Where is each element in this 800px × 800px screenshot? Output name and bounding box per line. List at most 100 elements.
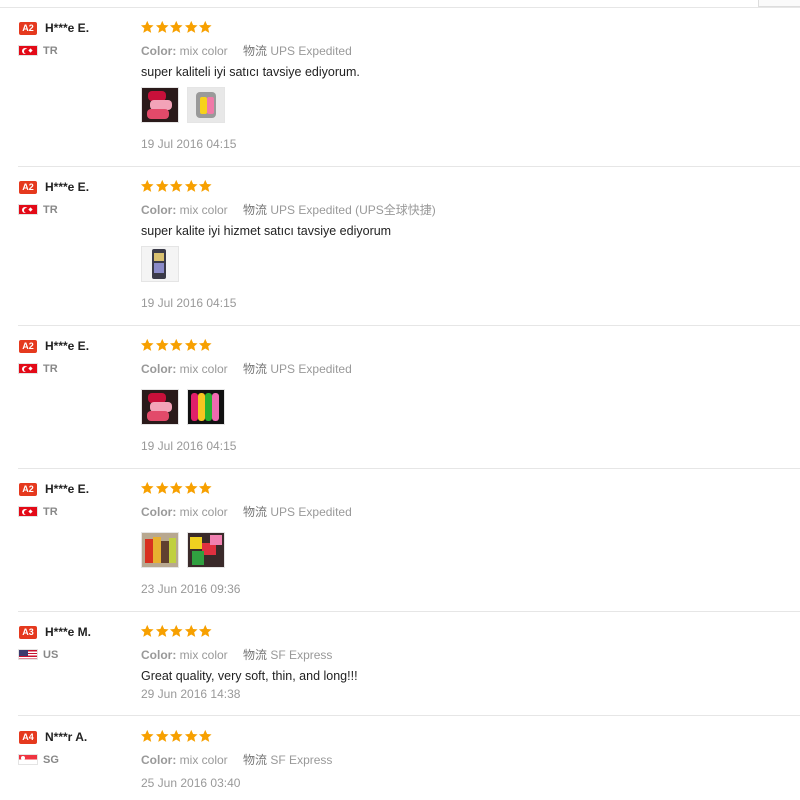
- star-icon: [140, 338, 154, 351]
- color-value: mix color: [179, 505, 228, 519]
- pagination-box: [758, 0, 800, 7]
- star-rating: [140, 338, 213, 352]
- star-icon: [140, 20, 154, 33]
- color-value: mix color: [179, 44, 228, 58]
- star-icon: [155, 729, 169, 742]
- scarves-photo-icon: [142, 88, 178, 122]
- shipping-value: UPS Expedited: [270, 362, 352, 376]
- star-icon: [169, 729, 183, 742]
- buyer-level-badge: A3: [19, 626, 37, 639]
- photo-list: [141, 246, 187, 282]
- shipping-label: 物流: [243, 753, 268, 767]
- star-icon: [198, 338, 212, 351]
- shipping-label: 物流: [243, 648, 268, 662]
- buyer-level-badge: A2: [19, 483, 37, 496]
- buyer-country: TR: [43, 506, 58, 518]
- star-rating: [140, 481, 213, 495]
- feedback-date: 25 Jun 2016 03:40: [141, 776, 241, 790]
- photo-thumbnail[interactable]: [187, 87, 225, 123]
- shipping-value: UPS Expedited (UPS全球快捷): [270, 203, 436, 217]
- scarf-package-photo-icon: [142, 247, 178, 281]
- feedback-item: A2 H***e E. TR Color: mix color 物流 UPS E…: [18, 338, 800, 469]
- photo-thumbnail[interactable]: [141, 87, 179, 123]
- feedback-item: A4 N***r A. SG Color: mix color 物流 SF Ex…: [18, 729, 800, 800]
- star-icon: [198, 624, 212, 637]
- feedback-item: A2 H***e E. TR Color: mix color 物流 UPS E…: [18, 179, 800, 326]
- star-icon: [140, 481, 154, 494]
- shipping-label: 物流: [243, 505, 268, 519]
- color-label: Color:: [141, 648, 177, 662]
- color-value: mix color: [179, 648, 228, 662]
- color-value: mix color: [179, 753, 228, 767]
- feedback-text: super kaliteli iyi satıcı tavsiye ediyor…: [141, 65, 360, 79]
- buyer-level-badge: A2: [19, 340, 37, 353]
- buyer-country: US: [43, 649, 59, 661]
- star-icon: [140, 729, 154, 742]
- order-info: Color: mix color 物流 SF Express: [141, 751, 332, 768]
- feedback-date: 19 Jul 2016 04:15: [141, 296, 237, 310]
- usa-flag-icon: [18, 649, 38, 660]
- order-info: Color: mix color 物流 UPS Expedited (UPS全球…: [141, 201, 436, 218]
- shipping-value: UPS Expedited: [270, 44, 352, 58]
- order-info: Color: mix color 物流 SF Express: [141, 646, 332, 663]
- top-divider: [0, 7, 800, 8]
- star-icon: [184, 729, 198, 742]
- star-icon: [169, 481, 183, 494]
- shipping-label: 物流: [243, 362, 268, 376]
- turkey-flag-icon: [18, 506, 38, 517]
- star-icon: [140, 624, 154, 637]
- star-icon: [198, 20, 212, 33]
- buyer-country: TR: [43, 45, 58, 57]
- star-icon: [169, 20, 183, 33]
- shipping-value: SF Express: [270, 648, 333, 662]
- scarves-photo-icon: [142, 390, 178, 424]
- star-icon: [155, 179, 169, 192]
- turkey-flag-icon: [18, 363, 38, 374]
- feedback-item: A2 H***e E. TR Color: mix color 物流 UPS E…: [18, 481, 800, 612]
- turkey-flag-icon: [18, 45, 38, 56]
- shipping-value: UPS Expedited: [270, 505, 352, 519]
- feedback-date: 19 Jul 2016 04:15: [141, 137, 237, 151]
- photo-thumbnail[interactable]: [187, 532, 225, 568]
- star-icon: [184, 20, 198, 33]
- photo-thumbnail[interactable]: [141, 246, 179, 282]
- scarves-photo-icon: [188, 390, 224, 424]
- star-icon: [169, 338, 183, 351]
- star-rating: [140, 729, 213, 743]
- scarves-photo-icon: [142, 533, 178, 567]
- star-rating: [140, 179, 213, 193]
- star-icon: [155, 338, 169, 351]
- star-icon: [198, 179, 212, 192]
- color-label: Color:: [141, 753, 177, 767]
- feedback-text: super kalite iyi hizmet satıcı tavsiye e…: [141, 224, 392, 238]
- photo-thumbnail[interactable]: [187, 389, 225, 425]
- buyer-name: H***e E.: [45, 482, 90, 496]
- scarves-photo-icon: [188, 88, 224, 122]
- color-label: Color:: [141, 505, 177, 519]
- buyer-name: N***r A.: [45, 730, 88, 744]
- color-label: Color:: [141, 203, 177, 217]
- buyer-country: TR: [43, 363, 58, 375]
- buyer-country: SG: [43, 754, 59, 766]
- buyer-name: H***e E.: [45, 180, 90, 194]
- photo-thumbnail[interactable]: [141, 389, 179, 425]
- scarves-photo-icon: [188, 533, 224, 567]
- turkey-flag-icon: [18, 204, 38, 215]
- photo-list: [141, 532, 233, 568]
- buyer-name: H***e M.: [45, 625, 92, 639]
- star-icon: [169, 624, 183, 637]
- star-rating: [140, 624, 213, 638]
- photo-thumbnail[interactable]: [141, 532, 179, 568]
- feedback-date: 19 Jul 2016 04:15: [141, 439, 237, 453]
- star-icon: [155, 481, 169, 494]
- color-label: Color:: [141, 44, 177, 58]
- star-rating: [140, 20, 213, 34]
- star-icon: [184, 624, 198, 637]
- feedback-date: 29 Jun 2016 14:38: [141, 687, 241, 701]
- shipping-label: 物流: [243, 44, 268, 58]
- star-icon: [155, 624, 169, 637]
- feedback-text: Great quality, very soft, thin, and long…: [141, 669, 358, 683]
- feedback-date: 23 Jun 2016 09:36: [141, 582, 241, 596]
- star-icon: [184, 338, 198, 351]
- buyer-name: H***e E.: [45, 21, 90, 35]
